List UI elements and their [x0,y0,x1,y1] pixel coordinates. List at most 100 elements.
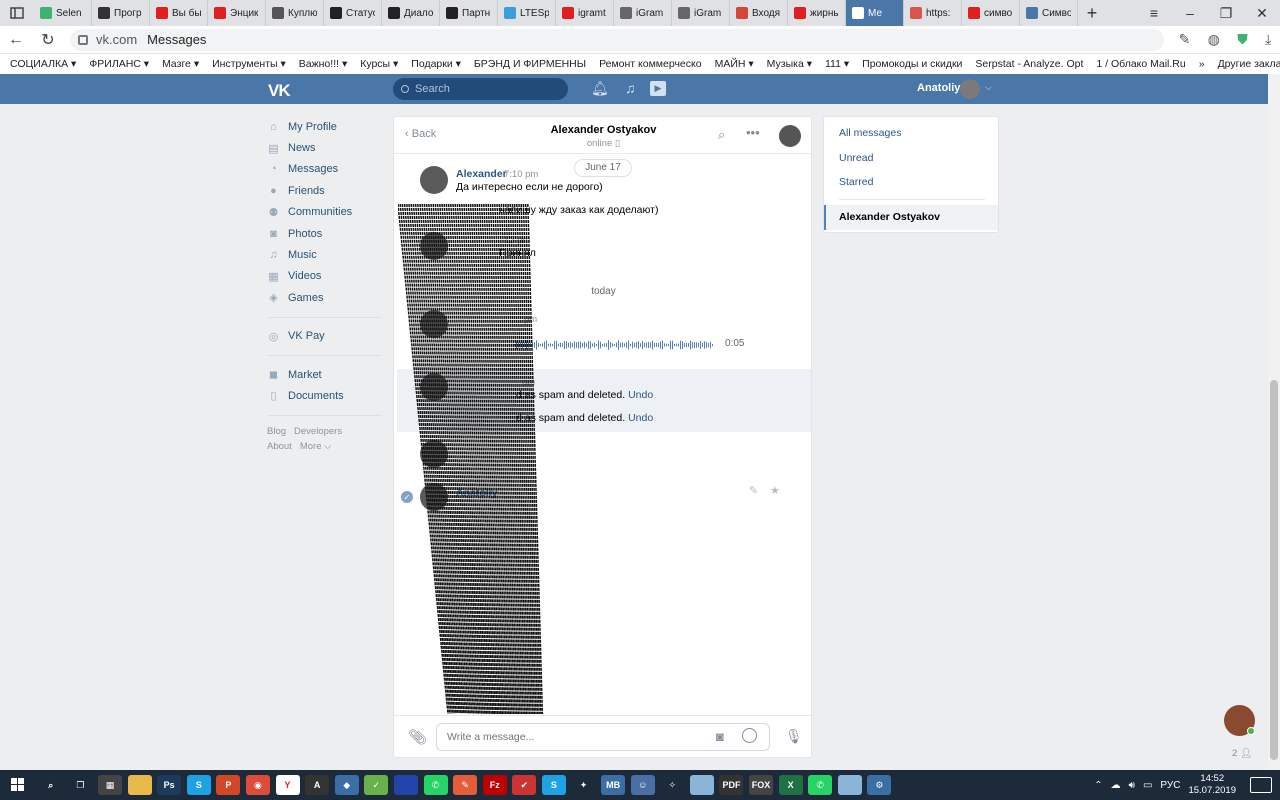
excel-icon[interactable]: X [778,775,803,795]
skype-icon[interactable]: S [186,775,211,795]
sidebar-item-my-profile[interactable]: ⌂ My Profile [267,116,382,137]
close-icon[interactable]: ✕ [1244,0,1280,26]
notes-icon[interactable] [689,775,714,795]
cloud-icon[interactable]: ☁ [1111,780,1121,791]
fox-icon[interactable]: FOX [749,775,774,795]
browser-tab[interactable]: Selen [34,0,92,26]
other-bookmarks[interactable]: Другие закладки ▾ [1218,58,1280,70]
browser-tab[interactable]: Прогр [92,0,150,26]
new-tab-button[interactable]: + [1078,0,1106,26]
star-icon[interactable]: ★ [770,484,780,497]
windows-start-icon[interactable] [0,778,36,792]
sidebar-item-market[interactable]: ◼ Market [267,364,382,385]
message-time[interactable]: 7:10 pm [504,169,538,180]
bookmark-item[interactable]: СОЦИАЛКА ▾ [10,58,76,70]
url-field[interactable]: vk.com Messages [70,28,1164,51]
browser-tab[interactable]: LTESp [498,0,556,26]
search-icon[interactable]: ⌕ [718,127,725,143]
sidebar-item-documents[interactable]: ▯ Documents [267,385,382,406]
sidebar-item-games[interactable]: ◈ Games [267,287,382,308]
reload-icon[interactable]: ↻ [32,26,64,54]
about-link[interactable]: About [267,441,292,452]
user-app-icon[interactable]: ☺ [630,775,655,795]
sidebar-item-friends[interactable]: ● Friends [267,180,382,201]
browser-tab[interactable]: Партн [440,0,498,26]
sidebar-item-music[interactable]: ♫ Music [267,244,382,265]
browser-tab[interactable]: Симво [1020,0,1078,26]
task-view-icon[interactable]: ❐ [68,775,93,795]
undo-link[interactable]: Undo [628,389,653,401]
volume-icon[interactable]: 🔊︎ [1129,780,1135,791]
more-link[interactable]: More ⌵ [300,441,332,452]
network-icon[interactable]: ▭ [1143,780,1152,791]
scrollbar[interactable] [1268,74,1280,770]
bookmark-item[interactable]: БРЭНД И ФИРМЕННЫ [474,58,586,70]
user-name[interactable]: Anatoliy [917,82,960,94]
bookmark-item[interactable]: Курсы ▾ [360,58,398,70]
download-icon[interactable]: ⤓ [1265,31,1271,48]
bookmark-item[interactable]: Важно!!! ▾ [299,58,347,70]
vk-logo[interactable]: VK [268,81,291,101]
emoji-icon[interactable] [742,728,757,743]
unread-link[interactable]: Unread [839,152,873,164]
network-2-icon[interactable]: ⚙ [867,775,892,795]
sidebar-item-videos[interactable]: ▦ Videos [267,266,382,287]
bookmark-item[interactable]: Ремонт коммерческо [599,58,702,70]
browser-tab[interactable]: iGram [672,0,730,26]
whatsapp-icon[interactable]: ✆ [423,775,448,795]
chat-count[interactable]: 2 👤︎ [1232,748,1252,759]
language-indicator[interactable]: РУС [1160,780,1180,791]
browser-tab[interactable]: iGram [614,0,672,26]
bookmark-item[interactable]: Maзге ▾ [162,58,199,70]
paw-icon[interactable]: ✦ [571,775,596,795]
scrollbar-thumb[interactable] [1270,380,1278,760]
browser-tab[interactable]: Входя [730,0,788,26]
bookmark-item[interactable]: ФРИЛАНС ▾ [89,58,149,70]
avatar[interactable] [960,79,980,99]
back-arrow-icon[interactable]: ← [0,26,32,54]
edit-icon[interactable]: ✎ [749,484,758,497]
starred-link[interactable]: Starred [839,176,873,188]
mb-icon[interactable]: MB [601,775,626,795]
sidebar-item-communities[interactable]: ⚉ Communities [267,202,382,223]
sidebar-item-news[interactable]: ▤ News [267,137,382,158]
bookmark-item[interactable]: » [1199,58,1205,70]
sidebar-item-vk-pay[interactable]: ◎ VK Pay [267,326,382,347]
photoshop-icon[interactable]: Ps [157,775,182,795]
vpn-icon[interactable]: ◆ [334,775,359,795]
shield-app-icon[interactable]: ✓ [364,775,389,795]
browser-tab[interactable]: Вы бы [150,0,208,26]
play-icon[interactable]: ▶ [650,81,666,96]
vk-app-icon[interactable]: ✔ [512,775,537,795]
browser-tab[interactable]: Энцик [208,0,266,26]
globe-icon[interactable]: ◍ [1208,31,1220,48]
active-conversation[interactable]: Alexander Ostyakov [824,205,998,230]
browser-tab[interactable]: https: [904,0,962,26]
calculator-icon[interactable]: ▦ [97,775,122,795]
sidebar-item-photos[interactable]: ◙ Photos [267,223,382,244]
more-icon[interactable]: ••• [746,125,760,140]
camera-icon[interactable]: ◙ [716,729,724,744]
minimize-icon[interactable]: – [1172,0,1208,26]
folder-icon[interactable] [127,775,152,795]
avatar[interactable] [779,125,801,147]
chevron-down-icon[interactable]: ⌵ [985,82,992,93]
sidebar-item-messages[interactable]: ◔ Messages [267,159,382,180]
bookmark-item[interactable]: Музыка ▾ [767,58,812,70]
search-icon[interactable]: ⌕ [38,775,63,795]
paperclip-icon[interactable]: 📎︎ [408,728,427,746]
browser-tab[interactable]: Куплю [266,0,324,26]
font-app-icon[interactable]: A [305,775,330,795]
notifications-icon[interactable] [1250,777,1272,793]
bookmark-item[interactable]: МАЙН ▾ [715,58,754,70]
bookmark-item[interactable]: Подарки ▾ [411,58,461,70]
chevron-up-icon[interactable]: ⌃ [1094,780,1102,791]
search-input[interactable]: Search [393,78,568,100]
maximize-icon[interactable]: ❐ [1208,0,1244,26]
bookmark-item[interactable]: Инструменты ▾ [212,58,286,70]
avatar[interactable] [420,166,448,194]
message-author[interactable]: Alexander [456,168,507,180]
paint-icon[interactable]: ✎ [453,775,478,795]
undo-link[interactable]: Undo [628,412,653,424]
pdf-icon[interactable]: PDF [719,775,744,795]
